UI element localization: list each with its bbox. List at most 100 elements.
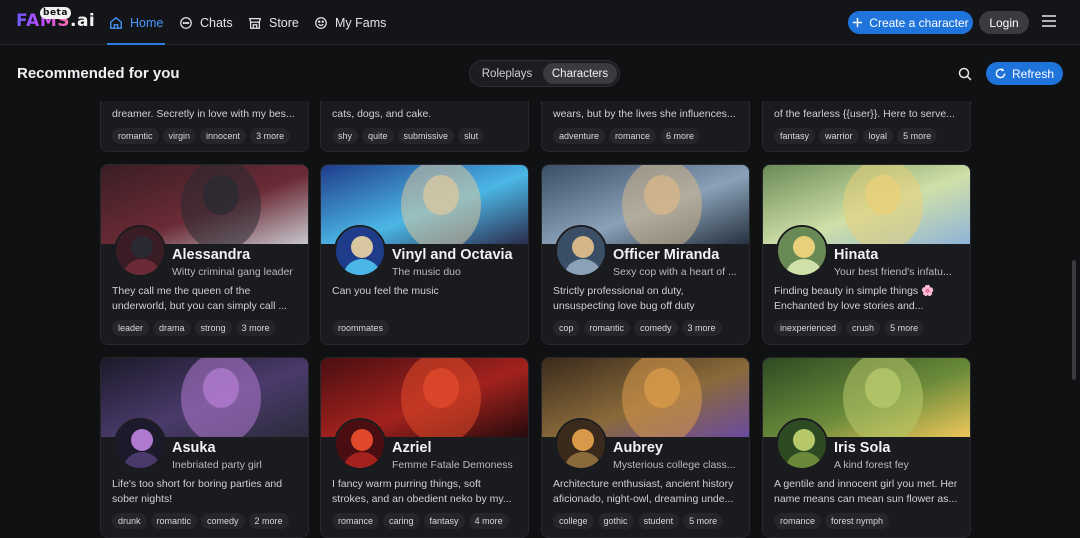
tag-chip[interactable]: fantasy <box>774 128 816 144</box>
tag-chip[interactable]: innocent <box>200 128 247 144</box>
character-card[interactable]: Azriel Femme Fatale Demoness I fancy warm … <box>320 357 529 538</box>
tag-list: drunk romantic comedy 2 more <box>112 513 289 529</box>
character-card[interactable]: Alessandra Witty criminal gang leader They… <box>100 164 309 345</box>
nav-my-fams-label: My Fams <box>335 15 387 30</box>
tag-chip[interactable]: crush <box>846 320 881 336</box>
tag-chip[interactable]: caring <box>383 513 420 529</box>
create-character-button[interactable]: Create a character <box>848 11 973 34</box>
tag-list: romantic virgin innocent 3 more <box>112 128 291 144</box>
tag-chip[interactable]: 3 more <box>250 128 291 144</box>
hamburger-menu-icon[interactable] <box>1042 15 1056 27</box>
tag-list: adventure romance 6 more <box>553 128 701 144</box>
tag-chip[interactable]: drama <box>153 320 191 336</box>
toggle-characters[interactable]: Characters <box>543 63 617 84</box>
tag-chip[interactable]: inexperienced <box>774 320 843 336</box>
card-description-line: underworld, but you can simply call ... <box>112 300 288 312</box>
tag-chip[interactable]: romance <box>332 513 380 529</box>
tag-chip[interactable]: leader <box>112 320 150 336</box>
toggle-roleplays[interactable]: Roleplays <box>474 63 540 84</box>
character-name: Hinata <box>834 247 879 263</box>
tag-chip[interactable]: comedy <box>634 320 678 336</box>
tag-chip[interactable]: slut <box>458 128 485 144</box>
nav-home[interactable]: Home <box>106 0 166 45</box>
card-description: wears, but by the lives she influences..… <box>553 107 741 122</box>
fams-logo[interactable]: FAMS.ai beta <box>16 7 96 35</box>
refresh-button[interactable]: Refresh <box>986 62 1063 85</box>
tag-chip[interactable]: adventure <box>553 128 606 144</box>
tag-chip[interactable]: 3 more <box>681 320 722 336</box>
card-description-line: A gentile and innocent girl you met. Her <box>774 478 958 490</box>
tag-chip[interactable]: romantic <box>150 513 198 529</box>
tag-chip[interactable]: student <box>637 513 680 529</box>
tag-chip[interactable]: 3 more <box>235 320 276 336</box>
card-description: cats, dogs, and cake. <box>332 107 520 122</box>
logo-suffix: .ai <box>69 11 96 31</box>
tag-list: roommates <box>332 320 390 336</box>
tag-chip[interactable]: 5 more <box>897 128 938 144</box>
tag-chip[interactable]: forest nymph <box>825 513 890 529</box>
card-description: A gentile and innocent girl you met. Her… <box>774 477 962 507</box>
tag-chip[interactable]: shy <box>332 128 359 144</box>
nav-chats-label: Chats <box>200 15 233 30</box>
card-description-line: of the fearless {{user}}. Here to serve.… <box>774 108 955 120</box>
tag-list: fantasy warrior loyal 5 more <box>774 128 938 144</box>
page-scrollbar[interactable] <box>1072 260 1076 380</box>
character-card[interactable]: Aubrey Mysterious college class... Archite… <box>541 357 750 538</box>
tag-chip[interactable]: romance <box>774 513 822 529</box>
search-icon[interactable] <box>958 67 972 81</box>
character-name: Officer Miranda <box>613 247 720 263</box>
card-description-line: wears, but by the lives she influences..… <box>553 108 736 120</box>
nav-my-fams[interactable]: My Fams <box>314 0 386 45</box>
character-avatar <box>776 418 828 470</box>
card-description-line: cats, dogs, and cake. <box>332 108 432 120</box>
tag-chip[interactable]: romantic <box>583 320 631 336</box>
character-avatar <box>555 225 607 277</box>
card-description-line: I fancy warm purring things, soft <box>332 478 481 490</box>
tag-chip[interactable]: drunk <box>112 513 147 529</box>
nav-store[interactable]: Store <box>248 0 299 45</box>
character-card[interactable]: Asuka Inebriated party girl Life's too sho… <box>100 357 309 538</box>
tag-list: inexperienced crush 5 more <box>774 320 925 336</box>
card-description-line: strokes, and an obedient neko by my... <box>332 493 512 505</box>
tag-chip[interactable]: quite <box>362 128 394 144</box>
tag-chip[interactable]: cop <box>553 320 580 336</box>
tag-chip[interactable]: romantic <box>112 128 159 144</box>
login-button[interactable]: Login <box>979 11 1029 34</box>
tag-chip[interactable]: loyal <box>862 128 894 144</box>
refresh-icon <box>995 68 1006 79</box>
tag-chip[interactable]: comedy <box>201 513 245 529</box>
tag-chip[interactable]: strong <box>194 320 232 336</box>
tag-list: shy quite submissive slut <box>332 128 485 144</box>
tag-chip[interactable]: virgin <box>162 128 197 144</box>
create-character-label: Create a character <box>869 15 969 30</box>
character-card[interactable]: Hinata Your best friend's infatu... Findin… <box>762 164 971 345</box>
beta-badge: beta <box>40 7 71 19</box>
tag-chip[interactable]: gothic <box>597 513 634 529</box>
card-description: Can you feel the music <box>332 284 520 299</box>
tag-chip[interactable]: fantasy <box>423 513 465 529</box>
character-tagline: The music duo <box>392 266 461 278</box>
character-card[interactable]: Vinyl and Octavia The music duo Can you fe… <box>320 164 529 345</box>
tag-chip[interactable]: 6 more <box>660 128 701 144</box>
nav-chats[interactable]: Chats <box>179 0 233 45</box>
tag-chip[interactable]: 2 more <box>248 513 289 529</box>
character-name: Alessandra <box>172 247 251 263</box>
tag-chip[interactable]: 5 more <box>884 320 925 336</box>
content-type-toggle: Roleplays Characters <box>469 60 620 87</box>
tag-chip[interactable]: submissive <box>397 128 455 144</box>
tag-list: cop romantic comedy 3 more <box>553 320 722 336</box>
tag-chip[interactable]: warrior <box>819 128 859 144</box>
character-card[interactable]: Iris Sola A kind forest fey A gentile and … <box>762 357 971 538</box>
tag-chip[interactable]: college <box>553 513 594 529</box>
character-card[interactable]: Officer Miranda Sexy cop with a heart of … <box>541 164 750 345</box>
character-name: Azriel <box>392 440 432 456</box>
tag-chip[interactable]: roommates <box>332 320 390 336</box>
tag-chip[interactable]: romance <box>609 128 657 144</box>
tag-list: college gothic student 5 more <box>553 513 724 529</box>
character-name: Iris Sola <box>834 440 891 456</box>
tag-list: romance caring fantasy 4 more <box>332 513 509 529</box>
tag-chip[interactable]: 5 more <box>683 513 724 529</box>
tag-chip[interactable]: 4 more <box>468 513 509 529</box>
nav-home-label: Home <box>130 15 164 30</box>
card-description-line: sober nights! <box>112 493 173 505</box>
